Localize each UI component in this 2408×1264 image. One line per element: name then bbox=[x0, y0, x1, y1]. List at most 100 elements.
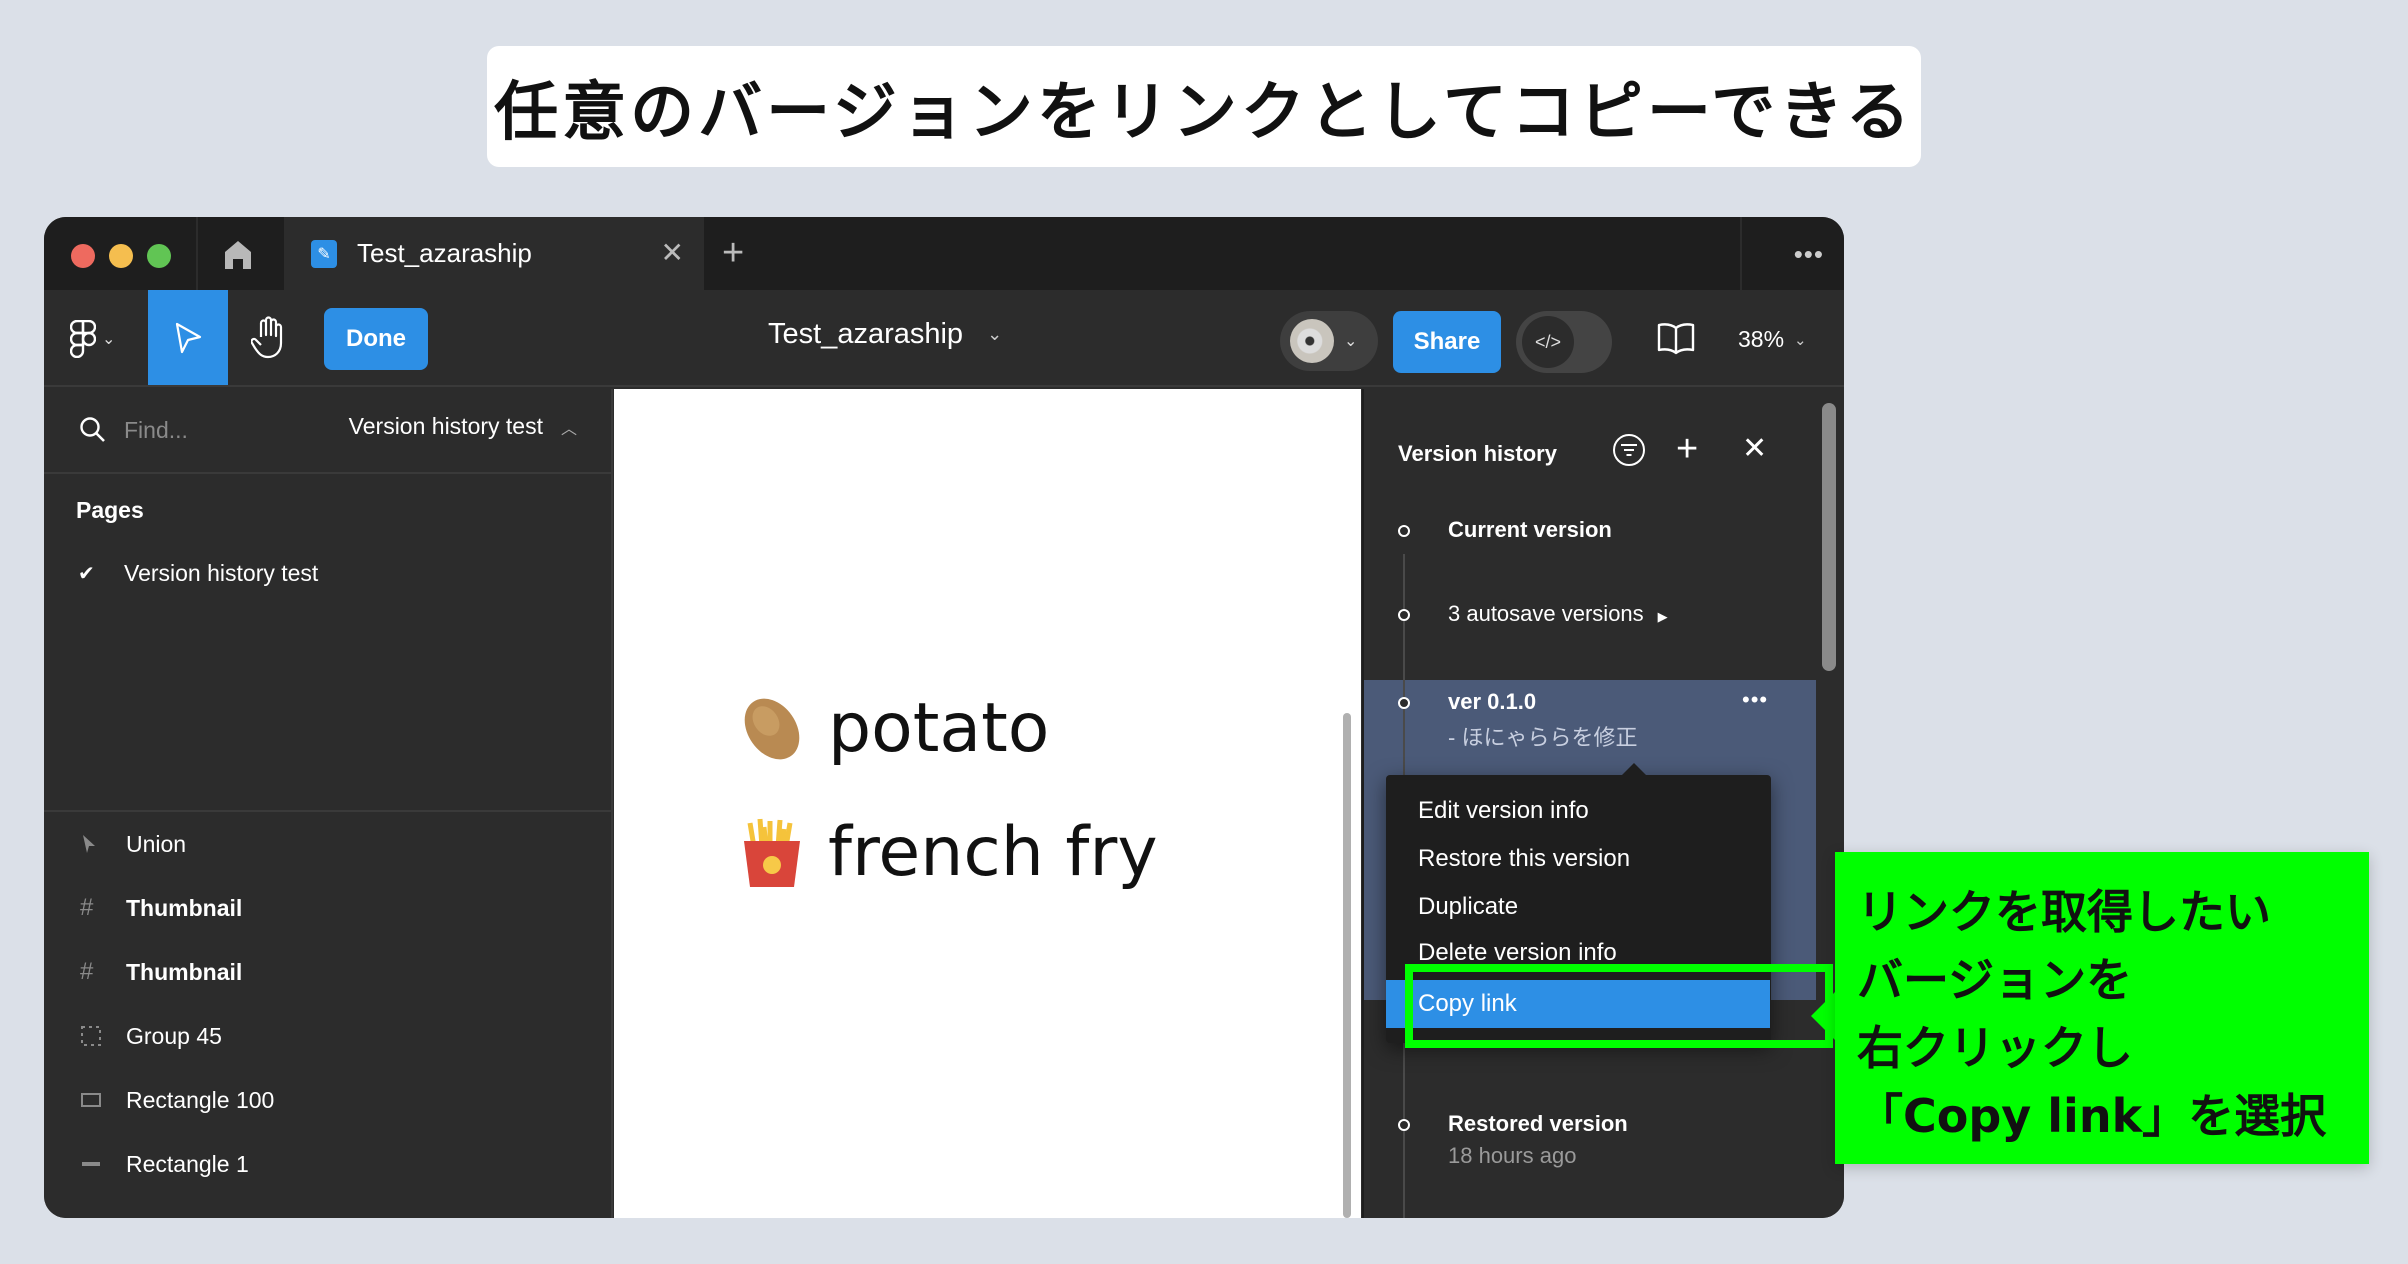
version-label: Current version bbox=[1448, 517, 1612, 542]
canvas-text: potato bbox=[828, 689, 1050, 768]
callout-line: 右クリックし bbox=[1857, 1021, 2133, 1075]
page-name: Version history test bbox=[124, 559, 319, 586]
search-input[interactable] bbox=[124, 413, 324, 447]
canvas-text-potato[interactable]: potato bbox=[734, 689, 1049, 768]
window-controls bbox=[71, 244, 171, 268]
rectangle-icon bbox=[80, 1091, 126, 1109]
hand-tool-button[interactable] bbox=[244, 312, 294, 362]
new-tab-button[interactable]: + bbox=[722, 231, 744, 275]
figma-logo-icon bbox=[70, 320, 96, 358]
pages-heading: Pages bbox=[76, 497, 144, 523]
check-icon: ✔ bbox=[78, 562, 95, 585]
timeline-dot bbox=[1398, 1119, 1410, 1131]
toolbar: ⌄ Done Test_azaraship ⌄ ⌄ Share </> 38% … bbox=[44, 290, 1844, 387]
copy-link-highlight bbox=[1405, 964, 1833, 1048]
more-options-icon[interactable]: ••• bbox=[1794, 239, 1824, 270]
maximize-window-button[interactable] bbox=[147, 244, 171, 268]
dev-mode-toggle[interactable]: </> bbox=[1516, 311, 1612, 373]
version-description: - ほにゃららを修正 bbox=[1448, 725, 1638, 750]
layer-name: Rectangle 100 bbox=[126, 1086, 275, 1113]
version-label: ver 0.1.0 bbox=[1448, 689, 1537, 714]
page-item[interactable]: ✔ Version history test bbox=[44, 549, 611, 597]
layer-row[interactable]: Mask group bbox=[44, 1196, 611, 1219]
layer-row[interactable]: # Thumbnail bbox=[44, 940, 611, 1004]
menu-item-edit-version-info[interactable]: Edit version info bbox=[1386, 787, 1771, 835]
layer-name: Thumbnail bbox=[126, 958, 243, 985]
callout-pointer bbox=[1811, 990, 1837, 1042]
zoom-dropdown[interactable]: 38% ⌄ bbox=[1738, 326, 1807, 353]
zoom-level: 38% bbox=[1738, 326, 1785, 352]
layer-row[interactable]: Rectangle 1 bbox=[44, 1132, 611, 1196]
layer-name: Rectangle 1 bbox=[126, 1150, 249, 1177]
banner-title: 任意のバージョンをリンクとしてコピーできる bbox=[494, 75, 1914, 150]
current-page-name: Version history test bbox=[348, 413, 543, 439]
layer-name: Mask group bbox=[126, 1215, 246, 1219]
chevron-down-icon: ⌄ bbox=[987, 324, 1003, 344]
timeline-dot bbox=[1398, 525, 1410, 537]
menu-caret bbox=[1622, 763, 1646, 775]
tab-bar: ✎ Test_azaraship ✕ + ••• bbox=[44, 217, 1844, 290]
canvas-text-french-fry[interactable]: french fry bbox=[734, 813, 1158, 892]
figma-file-icon: ✎ bbox=[311, 239, 337, 268]
layer-row[interactable]: # Thumbnail bbox=[44, 876, 611, 940]
scrollbar-thumb[interactable] bbox=[1822, 403, 1836, 671]
close-panel-button[interactable]: ✕ bbox=[1742, 429, 1767, 469]
line-rect-icon bbox=[80, 1159, 126, 1169]
library-button[interactable] bbox=[1656, 320, 1696, 360]
design-canvas[interactable]: potato french fry bbox=[614, 389, 1361, 1218]
layer-list: Union # Thumbnail # Thumbnail Group 45 R… bbox=[44, 812, 611, 1219]
search-icon bbox=[80, 417, 105, 442]
potato-icon bbox=[734, 691, 810, 767]
instruction-callout: リンクを取得したい バージョンを 右クリックし 「Copy link」を選択 bbox=[1835, 852, 2369, 1164]
more-icon[interactable]: ••• bbox=[1742, 687, 1768, 713]
frame-icon: # bbox=[80, 894, 94, 921]
timeline-dot bbox=[1398, 609, 1410, 621]
minimize-window-button[interactable] bbox=[109, 244, 133, 268]
callout-line: 「Copy link」を選択 bbox=[1857, 1089, 2327, 1143]
tab-divider bbox=[1740, 217, 1742, 290]
close-tab-icon[interactable]: ✕ bbox=[661, 237, 684, 269]
share-button[interactable]: Share bbox=[1393, 311, 1501, 373]
menu-item-duplicate[interactable]: Duplicate bbox=[1386, 883, 1771, 931]
version-history-title: Version history bbox=[1398, 441, 1557, 466]
chevron-down-icon: ⌄ bbox=[1794, 331, 1807, 349]
frame-icon: # bbox=[80, 958, 94, 985]
file-title-dropdown[interactable]: Test_azaraship ⌄ bbox=[768, 318, 1002, 351]
multiplayer-avatar-button[interactable]: ⌄ bbox=[1280, 311, 1378, 371]
main-menu-button[interactable]: ⌄ bbox=[70, 320, 115, 358]
layer-row[interactable]: Union bbox=[44, 812, 611, 876]
cursor-icon bbox=[80, 833, 126, 855]
close-window-button[interactable] bbox=[71, 244, 95, 268]
home-icon bbox=[225, 241, 251, 269]
canvas-scrollbar[interactable] bbox=[1343, 713, 1351, 1218]
file-tab-title: Test_azaraship bbox=[357, 238, 532, 268]
hand-icon bbox=[251, 316, 283, 359]
group-icon bbox=[80, 1217, 126, 1218]
layer-row[interactable]: Group 45 bbox=[44, 1004, 611, 1068]
version-label: Restored version bbox=[1448, 1111, 1628, 1136]
autosave-label: 3 autosave versions bbox=[1448, 601, 1644, 626]
cursor-icon bbox=[175, 322, 202, 353]
add-version-button[interactable]: + bbox=[1676, 429, 1698, 469]
filter-icon[interactable] bbox=[1612, 433, 1646, 467]
move-tool-button[interactable] bbox=[148, 290, 228, 385]
menu-item-restore-version[interactable]: Restore this version bbox=[1386, 835, 1771, 883]
callout-line: リンクを取得したい bbox=[1857, 885, 2271, 939]
chevron-up-icon: ︿ bbox=[560, 420, 577, 438]
home-button[interactable] bbox=[218, 235, 258, 275]
page-switcher[interactable]: Version history test ︿ bbox=[349, 413, 577, 440]
file-title: Test_azaraship bbox=[768, 318, 964, 350]
callout-line: バージョンを bbox=[1857, 953, 2133, 1007]
search-row: Version history test ︿ bbox=[44, 389, 611, 474]
done-button[interactable]: Done bbox=[324, 308, 428, 370]
french-fries-icon bbox=[734, 817, 810, 889]
expand-arrow-icon[interactable]: ▶ bbox=[1658, 609, 1668, 624]
chevron-down-icon: ⌄ bbox=[1344, 333, 1358, 350]
layer-row[interactable]: Rectangle 100 bbox=[44, 1068, 611, 1132]
version-label: 3 autosave versions ▶ bbox=[1448, 601, 1668, 627]
layer-name: Thumbnail bbox=[126, 894, 243, 921]
file-tab[interactable]: ✎ Test_azaraship ✕ bbox=[284, 217, 704, 290]
timeline-dot bbox=[1398, 697, 1410, 709]
group-icon bbox=[80, 1025, 126, 1047]
canvas-text: french fry bbox=[828, 813, 1158, 892]
